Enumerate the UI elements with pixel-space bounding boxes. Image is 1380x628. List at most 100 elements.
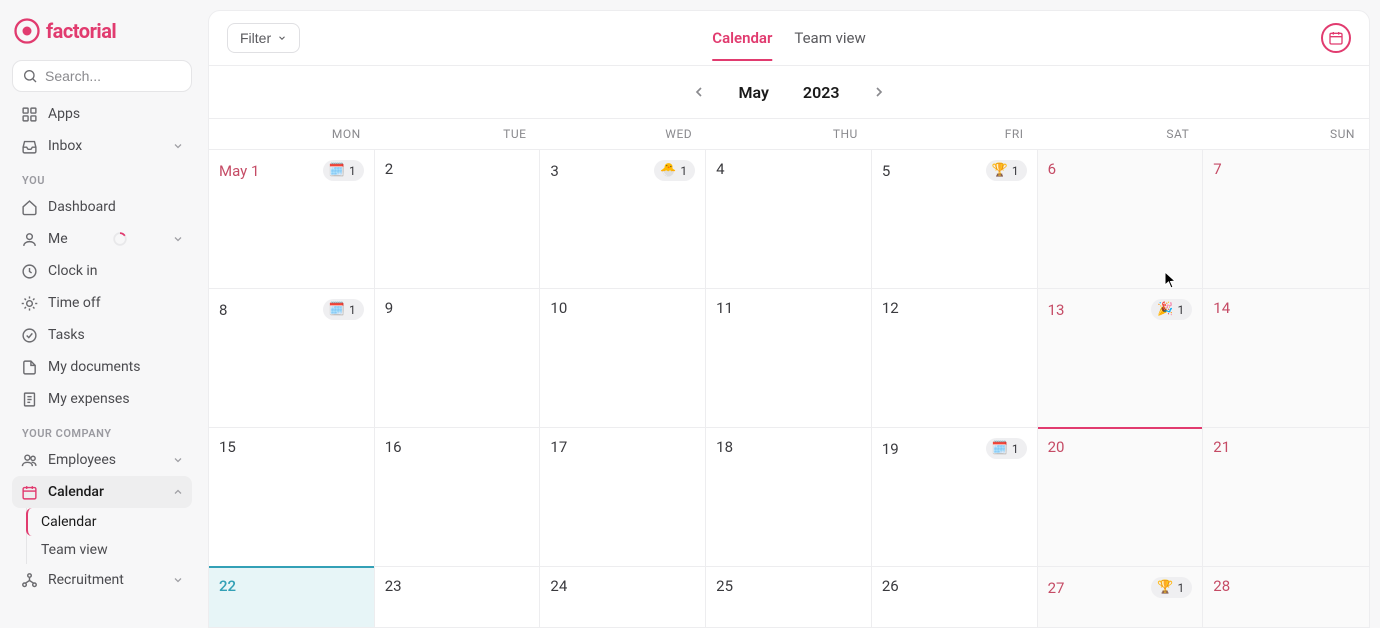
- doc-icon: [20, 358, 38, 376]
- sidebar-item-dashboard[interactable]: Dashboard: [12, 191, 192, 223]
- day-cell[interactable]: 7: [1203, 150, 1369, 289]
- event-badge[interactable]: 🎉1: [1151, 299, 1192, 320]
- filter-button[interactable]: Filter: [227, 23, 300, 53]
- sidebar-item-label: Me: [48, 231, 68, 247]
- logo-mark-icon: [14, 18, 40, 44]
- next-month-button[interactable]: [867, 80, 891, 104]
- sidebar-item-employees[interactable]: Employees: [12, 444, 192, 476]
- weekday-header: THU: [706, 119, 872, 149]
- event-badge[interactable]: 🗓️1: [986, 438, 1027, 459]
- day-cell[interactable]: 15: [209, 428, 375, 567]
- day-number: 27: [1048, 579, 1065, 597]
- day-cell[interactable]: 11: [706, 289, 872, 428]
- day-cell[interactable]: 17: [540, 428, 706, 567]
- day-cell[interactable]: 23: [375, 567, 541, 627]
- event-badge[interactable]: 🐣1: [654, 160, 695, 181]
- day-cell[interactable]: 18: [706, 428, 872, 567]
- search-field[interactable]: [45, 68, 204, 84]
- day-cell[interactable]: 13🎉1: [1038, 289, 1204, 428]
- inbox-icon: [20, 137, 38, 155]
- day-cell[interactable]: 5 🏆1: [872, 150, 1038, 289]
- day-number: 9: [385, 299, 393, 317]
- sidebar-item-my-documents[interactable]: My documents: [12, 351, 192, 383]
- sidebar-item-recruitment[interactable]: Recruitment: [12, 564, 192, 596]
- day-cell[interactable]: 2: [375, 150, 541, 289]
- day-number: 22: [219, 577, 236, 595]
- day-cell[interactable]: 14: [1203, 289, 1369, 428]
- day-cell[interactable]: 20: [1038, 428, 1204, 567]
- tab-calendar[interactable]: Calendar: [712, 15, 772, 61]
- sidebar-item-label: Apps: [48, 106, 80, 122]
- badge-emoji-icon: 🗓️: [329, 302, 345, 317]
- calendar-grid: May 1🗓️123🐣145🏆1678🗓️1910111213🎉11415161…: [209, 150, 1369, 627]
- sidebar-subitem-team-view[interactable]: Team view: [27, 536, 192, 564]
- day-number: 23: [385, 577, 402, 595]
- event-badge[interactable]: 🏆1: [986, 160, 1027, 181]
- day-number: 12: [882, 299, 899, 317]
- logo[interactable]: factorial: [12, 12, 192, 50]
- badge-emoji-icon: 🏆: [1157, 580, 1173, 595]
- day-cell[interactable]: 6: [1038, 150, 1204, 289]
- day-number: 21: [1213, 438, 1230, 456]
- chevron-down-icon: [172, 574, 184, 586]
- event-badge[interactable]: 🗓️1: [323, 299, 364, 320]
- sidebar-item-inbox[interactable]: Inbox: [12, 130, 192, 162]
- badge-emoji-icon: 🏆: [992, 163, 1008, 178]
- search-input[interactable]: ⌘K: [12, 60, 192, 92]
- sidebar-item-apps[interactable]: Apps: [12, 98, 192, 130]
- day-cell[interactable]: 25: [706, 567, 872, 627]
- event-badge[interactable]: 🏆1: [1151, 577, 1192, 598]
- badge-count: 1: [680, 164, 687, 178]
- day-cell[interactable]: 21: [1203, 428, 1369, 567]
- chevron-down-icon: [172, 233, 184, 245]
- day-number: 28: [1213, 577, 1230, 595]
- calendar-icon: [1328, 30, 1344, 46]
- chevron-down-icon: [172, 140, 184, 152]
- day-number: 8: [219, 301, 227, 319]
- day-cell[interactable]: 12: [872, 289, 1038, 428]
- tab-team-view[interactable]: Team view: [794, 15, 865, 61]
- day-cell[interactable]: 9: [375, 289, 541, 428]
- progress-pie-icon: [113, 232, 127, 246]
- day-cell[interactable]: 3🐣1: [540, 150, 706, 289]
- day-number: 4: [716, 160, 724, 178]
- sidebar-item-clock-in[interactable]: Clock in: [12, 255, 192, 287]
- sidebar-item-my-expenses[interactable]: My expenses: [12, 383, 192, 415]
- day-cell[interactable]: May 1🗓️1: [209, 150, 375, 289]
- day-cell[interactable]: 26: [872, 567, 1038, 627]
- day-cell[interactable]: 19🗓️1: [872, 428, 1038, 567]
- day-cell[interactable]: 24: [540, 567, 706, 627]
- day-cell[interactable]: 10: [540, 289, 706, 428]
- sun-icon: [20, 294, 38, 312]
- day-cell[interactable]: 8 🗓️1: [209, 289, 375, 428]
- day-cell[interactable]: 27🏆1: [1038, 567, 1204, 627]
- sidebar-subitem-calendar[interactable]: Calendar: [26, 508, 192, 536]
- day-cell[interactable]: 28: [1203, 567, 1369, 627]
- calendar-circle-button[interactable]: [1321, 23, 1351, 53]
- sidebar-item-tasks[interactable]: Tasks: [12, 319, 192, 351]
- sidebar-item-label: Tasks: [48, 327, 85, 343]
- day-cell[interactable]: 22: [209, 567, 375, 627]
- year-label[interactable]: 2023: [803, 83, 840, 102]
- sidebar-item-label: Dashboard: [48, 199, 116, 215]
- day-cell[interactable]: 16: [375, 428, 541, 567]
- day-number: 6: [1048, 160, 1056, 178]
- month-navigator: May 2023: [209, 66, 1369, 119]
- day-cell[interactable]: 4: [706, 150, 872, 289]
- prev-month-button[interactable]: [687, 80, 711, 104]
- org-icon: [20, 571, 38, 589]
- sidebar-item-time-off[interactable]: Time off: [12, 287, 192, 319]
- day-number: 17: [550, 438, 567, 456]
- month-label[interactable]: May: [739, 83, 769, 102]
- sidebar-item-label: My expenses: [48, 391, 130, 407]
- weekday-header: TUE: [375, 119, 541, 149]
- day-number: 11: [716, 299, 733, 317]
- badge-count: 1: [1178, 581, 1185, 595]
- sidebar-item-calendar[interactable]: Calendar: [12, 476, 192, 508]
- chevron-down-icon: [172, 454, 184, 466]
- home-icon: [20, 198, 38, 216]
- sidebar-item-me[interactable]: Me: [12, 223, 192, 255]
- event-badge[interactable]: 🗓️1: [323, 160, 364, 181]
- day-number: 5: [882, 162, 890, 180]
- chevron-up-icon: [172, 486, 184, 498]
